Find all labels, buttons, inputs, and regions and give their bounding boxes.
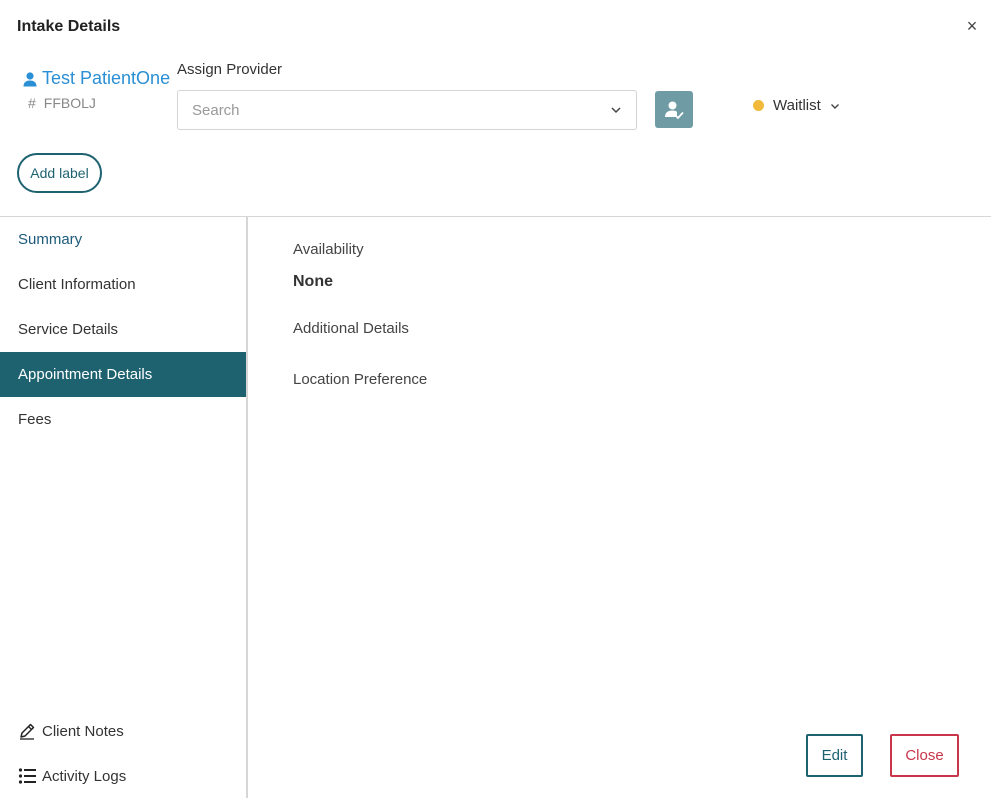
sidebar-divider — [246, 217, 248, 798]
availability-label: Availability — [293, 241, 364, 258]
additional-details-label: Additional Details — [293, 320, 409, 337]
sidebar-item-fees[interactable]: Fees — [0, 397, 246, 442]
activity-logs-link[interactable]: Activity Logs — [18, 767, 126, 785]
activity-logs-label: Activity Logs — [42, 767, 127, 785]
pen-icon — [20, 723, 35, 740]
user-icon — [23, 71, 37, 86]
sidebar-item-appointment-details[interactable]: Appointment Details — [0, 352, 246, 397]
provider-search-placeholder: Search — [192, 101, 240, 119]
location-preference-label: Location Preference — [293, 371, 428, 388]
modal-title: Intake Details — [17, 18, 121, 35]
chevron-down-icon — [611, 107, 621, 114]
status-label: Waitlist — [773, 97, 821, 114]
patient-id: FFBOLJ — [43, 95, 96, 111]
provider-search-select[interactable]: Search — [177, 90, 637, 130]
assign-provider-label: Assign Provider — [177, 61, 283, 78]
edit-button[interactable]: Edit — [806, 734, 863, 777]
patient-name[interactable]: Test PatientOne — [42, 68, 170, 89]
sidebar-nav: Summary Client Information Service Detai… — [0, 217, 246, 442]
sidebar-item-service-details[interactable]: Service Details — [0, 307, 246, 352]
close-button[interactable]: Close — [890, 734, 959, 777]
patient-header: Test PatientOne # FFBOLJ — [22, 68, 170, 111]
sidebar-item-summary[interactable]: Summary — [0, 217, 246, 262]
assign-provider-button[interactable] — [655, 91, 693, 128]
hash-icon: # — [28, 95, 36, 111]
add-label-button[interactable]: Add label — [17, 153, 102, 193]
client-notes-label: Client Notes — [42, 722, 124, 740]
user-check-icon — [665, 101, 684, 119]
availability-value: None — [293, 273, 333, 290]
status-dropdown[interactable]: Waitlist — [753, 97, 840, 114]
sidebar-item-client-information[interactable]: Client Information — [0, 262, 246, 307]
list-icon — [18, 768, 36, 784]
status-dot — [753, 100, 764, 111]
close-icon[interactable]: × — [963, 17, 981, 35]
chevron-down-icon — [830, 103, 839, 109]
client-notes-link[interactable]: Client Notes — [18, 722, 124, 740]
